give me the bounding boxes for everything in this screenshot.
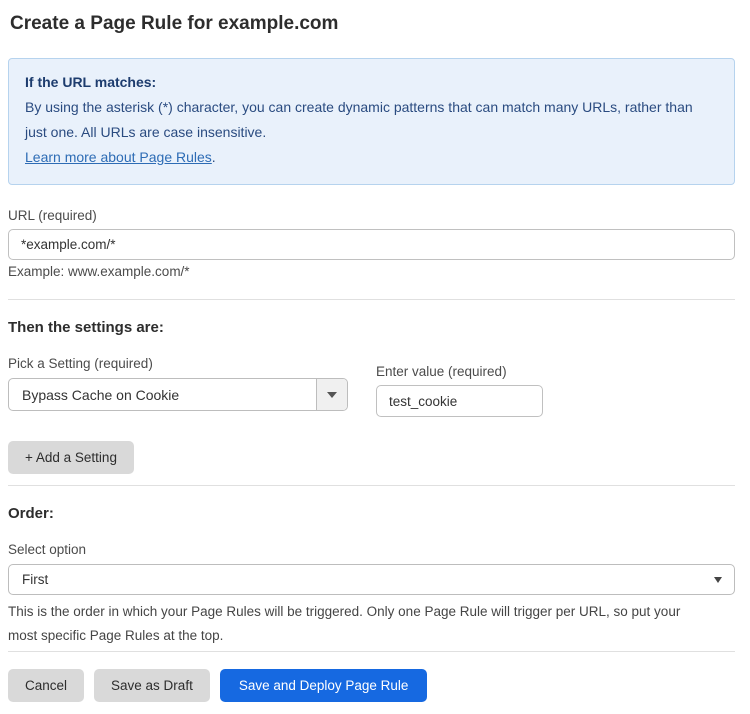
info-box-link-line: Learn more about Page Rules. [25,145,718,170]
order-select[interactable]: First [8,564,735,595]
setting-value-column: Enter value (required) [376,364,543,417]
form-actions: Cancel Save as Draft Save and Deploy Pag… [8,669,735,702]
section-divider [8,485,735,486]
value-field-label: Enter value (required) [376,364,543,380]
chevron-down-icon [714,577,722,583]
setting-select-value: Bypass Cache on Cookie [9,379,316,410]
url-example-helper: Example: www.example.com/* [8,264,735,280]
footer-divider [8,651,735,652]
save-as-draft-button[interactable]: Save as Draft [94,669,210,702]
setting-select-column: Pick a Setting (required) Bypass Cache o… [8,356,348,411]
page-title: Create a Page Rule for example.com [10,13,735,35]
setting-select[interactable]: Bypass Cache on Cookie [8,378,348,411]
info-box-heading: If the URL matches: [25,70,718,95]
create-page-rule-form: Create a Page Rule for example.com If th… [0,13,750,714]
order-select-label: Select option [8,542,735,558]
save-and-deploy-button[interactable]: Save and Deploy Page Rule [220,669,428,702]
url-input[interactable] [8,229,735,260]
order-helper-text: This is the order in which your Page Rul… [8,600,708,648]
order-select-value: First [22,572,48,587]
link-suffix: . [212,149,216,165]
cancel-button[interactable]: Cancel [8,669,84,702]
info-box-body: By using the asterisk (*) character, you… [25,95,718,145]
settings-section-heading: Then the settings are: [8,320,735,336]
chevron-down-icon [327,392,337,398]
add-setting-button[interactable]: + Add a Setting [8,441,134,474]
setting-row: Pick a Setting (required) Bypass Cache o… [8,356,735,417]
order-section-heading: Order: [8,506,735,522]
setting-value-input[interactable] [376,385,543,417]
section-divider [8,299,735,300]
url-matches-info-box: If the URL matches: By using the asteris… [8,58,735,185]
learn-more-page-rules-link[interactable]: Learn more about Page Rules [25,149,212,165]
setting-select-arrow-button[interactable] [316,379,347,410]
url-field-label: URL (required) [8,208,735,224]
setting-select-label: Pick a Setting (required) [8,356,348,372]
